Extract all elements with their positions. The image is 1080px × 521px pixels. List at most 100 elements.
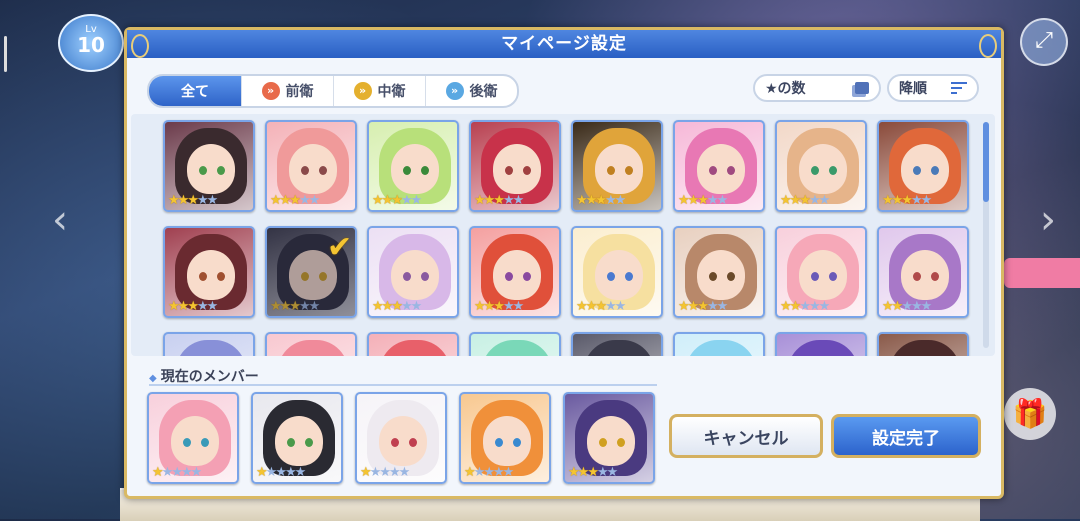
star-icon: ★ [168,299,180,314]
star-icon: ★ [595,299,607,314]
character-eye [811,272,819,281]
back-role-icon: » [445,82,464,100]
character-card[interactable]: ★★★★★ [673,332,765,356]
character-card[interactable]: ★★★★★ [265,120,357,212]
star-icon: ★ [512,193,525,208]
player-level-badge: Lv 10 [58,14,124,72]
star-icon: ★ [697,193,709,208]
character-card[interactable]: ★★★★★ [469,332,561,356]
star-icon: ★ [177,193,190,208]
character-face [901,144,949,194]
star-icon: ★ [576,193,588,208]
star-icon: ★ [818,299,831,314]
star-icon: ★ [492,465,505,480]
character-eye [931,166,939,175]
character-eye [183,438,191,447]
character-face [595,144,643,194]
character-face [901,250,949,300]
character-card[interactable]: ★★★★★ [877,120,969,212]
character-card[interactable]: ★★★★★ [367,332,459,356]
character-card[interactable]: ★★★★★ [163,120,255,212]
character-eye [301,272,309,281]
star-rating: ★★★★★ [678,193,728,208]
character-eye [409,438,417,447]
character-card[interactable]: ★★★★★ [571,120,663,212]
star-rating: ★★★★★ [576,299,626,314]
star-rating: ★★★★★ [270,193,320,208]
star-icon: ★ [604,299,617,314]
character-card[interactable]: ★★★★★ [571,332,663,356]
member-card[interactable]: ★★★★★ [147,392,239,484]
character-card[interactable]: ★★★★★ [265,332,357,356]
character-eye [421,272,429,281]
sort-order-button[interactable]: 降順 [887,74,979,102]
character-card[interactable]: ★★★★★ [877,332,969,356]
star-icon: ★ [298,299,311,314]
star-icon: ★ [410,193,423,208]
character-card[interactable]: ★★★★★ [571,226,663,318]
character-eye [523,166,531,175]
member-card[interactable]: ★★★★★ [251,392,343,484]
character-eye [505,272,513,281]
character-card[interactable]: ★★★★★ [469,120,561,212]
star-icon: ★ [789,193,802,208]
character-card[interactable]: ★★★★★ [367,226,459,318]
scrollbar[interactable] [983,122,989,348]
star-icon: ★ [882,193,894,208]
character-portrait [277,340,349,356]
tab-middle[interactable]: » 中衛 [333,76,425,106]
cancel-button[interactable]: キャンセル [669,414,823,458]
character-card[interactable]: ★★★★★ [877,226,969,318]
scrollbar-thumb[interactable] [983,122,989,202]
dialog-title: マイページ設定 [127,30,1001,58]
character-face [587,416,635,466]
star-icon: ★ [512,299,525,314]
character-eye [201,438,209,447]
character-card[interactable]: ★★★★★ [469,226,561,318]
tab-back-label: 後衛 [469,84,498,100]
star-icon: ★ [483,193,496,208]
character-card[interactable]: ★★★★★ [673,120,765,212]
star-icon: ★ [391,299,403,314]
character-card[interactable]: ★★★★★ [163,332,255,356]
member-card[interactable]: ★★★★★ [355,392,447,484]
star-icon: ★ [780,299,792,314]
character-eye [217,272,225,281]
member-card[interactable]: ★★★★★ [459,392,551,484]
character-eye [607,272,615,281]
star-icon: ★ [818,193,831,208]
character-eye [811,166,819,175]
member-card[interactable]: ★★★★★ [563,392,655,484]
character-card[interactable]: ★★★★★ [673,226,765,318]
character-eye [391,438,399,447]
sort-by-stars-button[interactable]: ★の数 [753,74,881,102]
star-icon: ★ [289,193,301,208]
character-face [391,144,439,194]
star-icon: ★ [576,299,588,314]
star-icon: ★ [279,193,292,208]
chevron-left-icon: ‹ [52,197,68,243]
character-portrait [481,340,553,356]
character-eye [599,438,607,447]
check-icon: ✔ [327,230,353,265]
star-icon: ★ [483,299,496,314]
star-rating: ★★★★★ [474,193,525,208]
character-card[interactable]: ★★★★★ [367,120,459,212]
tab-back[interactable]: » 後衛 [425,76,517,106]
tab-all[interactable]: 全て [149,76,241,106]
star-icon: ★ [206,193,219,208]
character-grid-area: ★★★★★ ★★★★★ ★★★★★ ★★★★★ ★★★★★ ★★★★★ ★★★★★ ★★★★★… [131,114,995,356]
character-eye [709,272,717,281]
confirm-settings-button[interactable]: 設定完了 [831,414,981,458]
tab-front[interactable]: » 前衛 [241,76,333,106]
character-card[interactable]: ★★★★★ [163,226,255,318]
character-card[interactable]: ★★★★★ [775,332,867,356]
character-card[interactable]: ★★★★★ [775,226,867,318]
character-eye [523,272,531,281]
character-card[interactable]: ★★★★★ [775,120,867,212]
star-icon: ★ [388,465,401,480]
members-divider [149,384,657,386]
star-icon: ★ [493,299,505,314]
character-eye [403,272,411,281]
character-card[interactable]: ★★★★★ ✔ [265,226,357,318]
